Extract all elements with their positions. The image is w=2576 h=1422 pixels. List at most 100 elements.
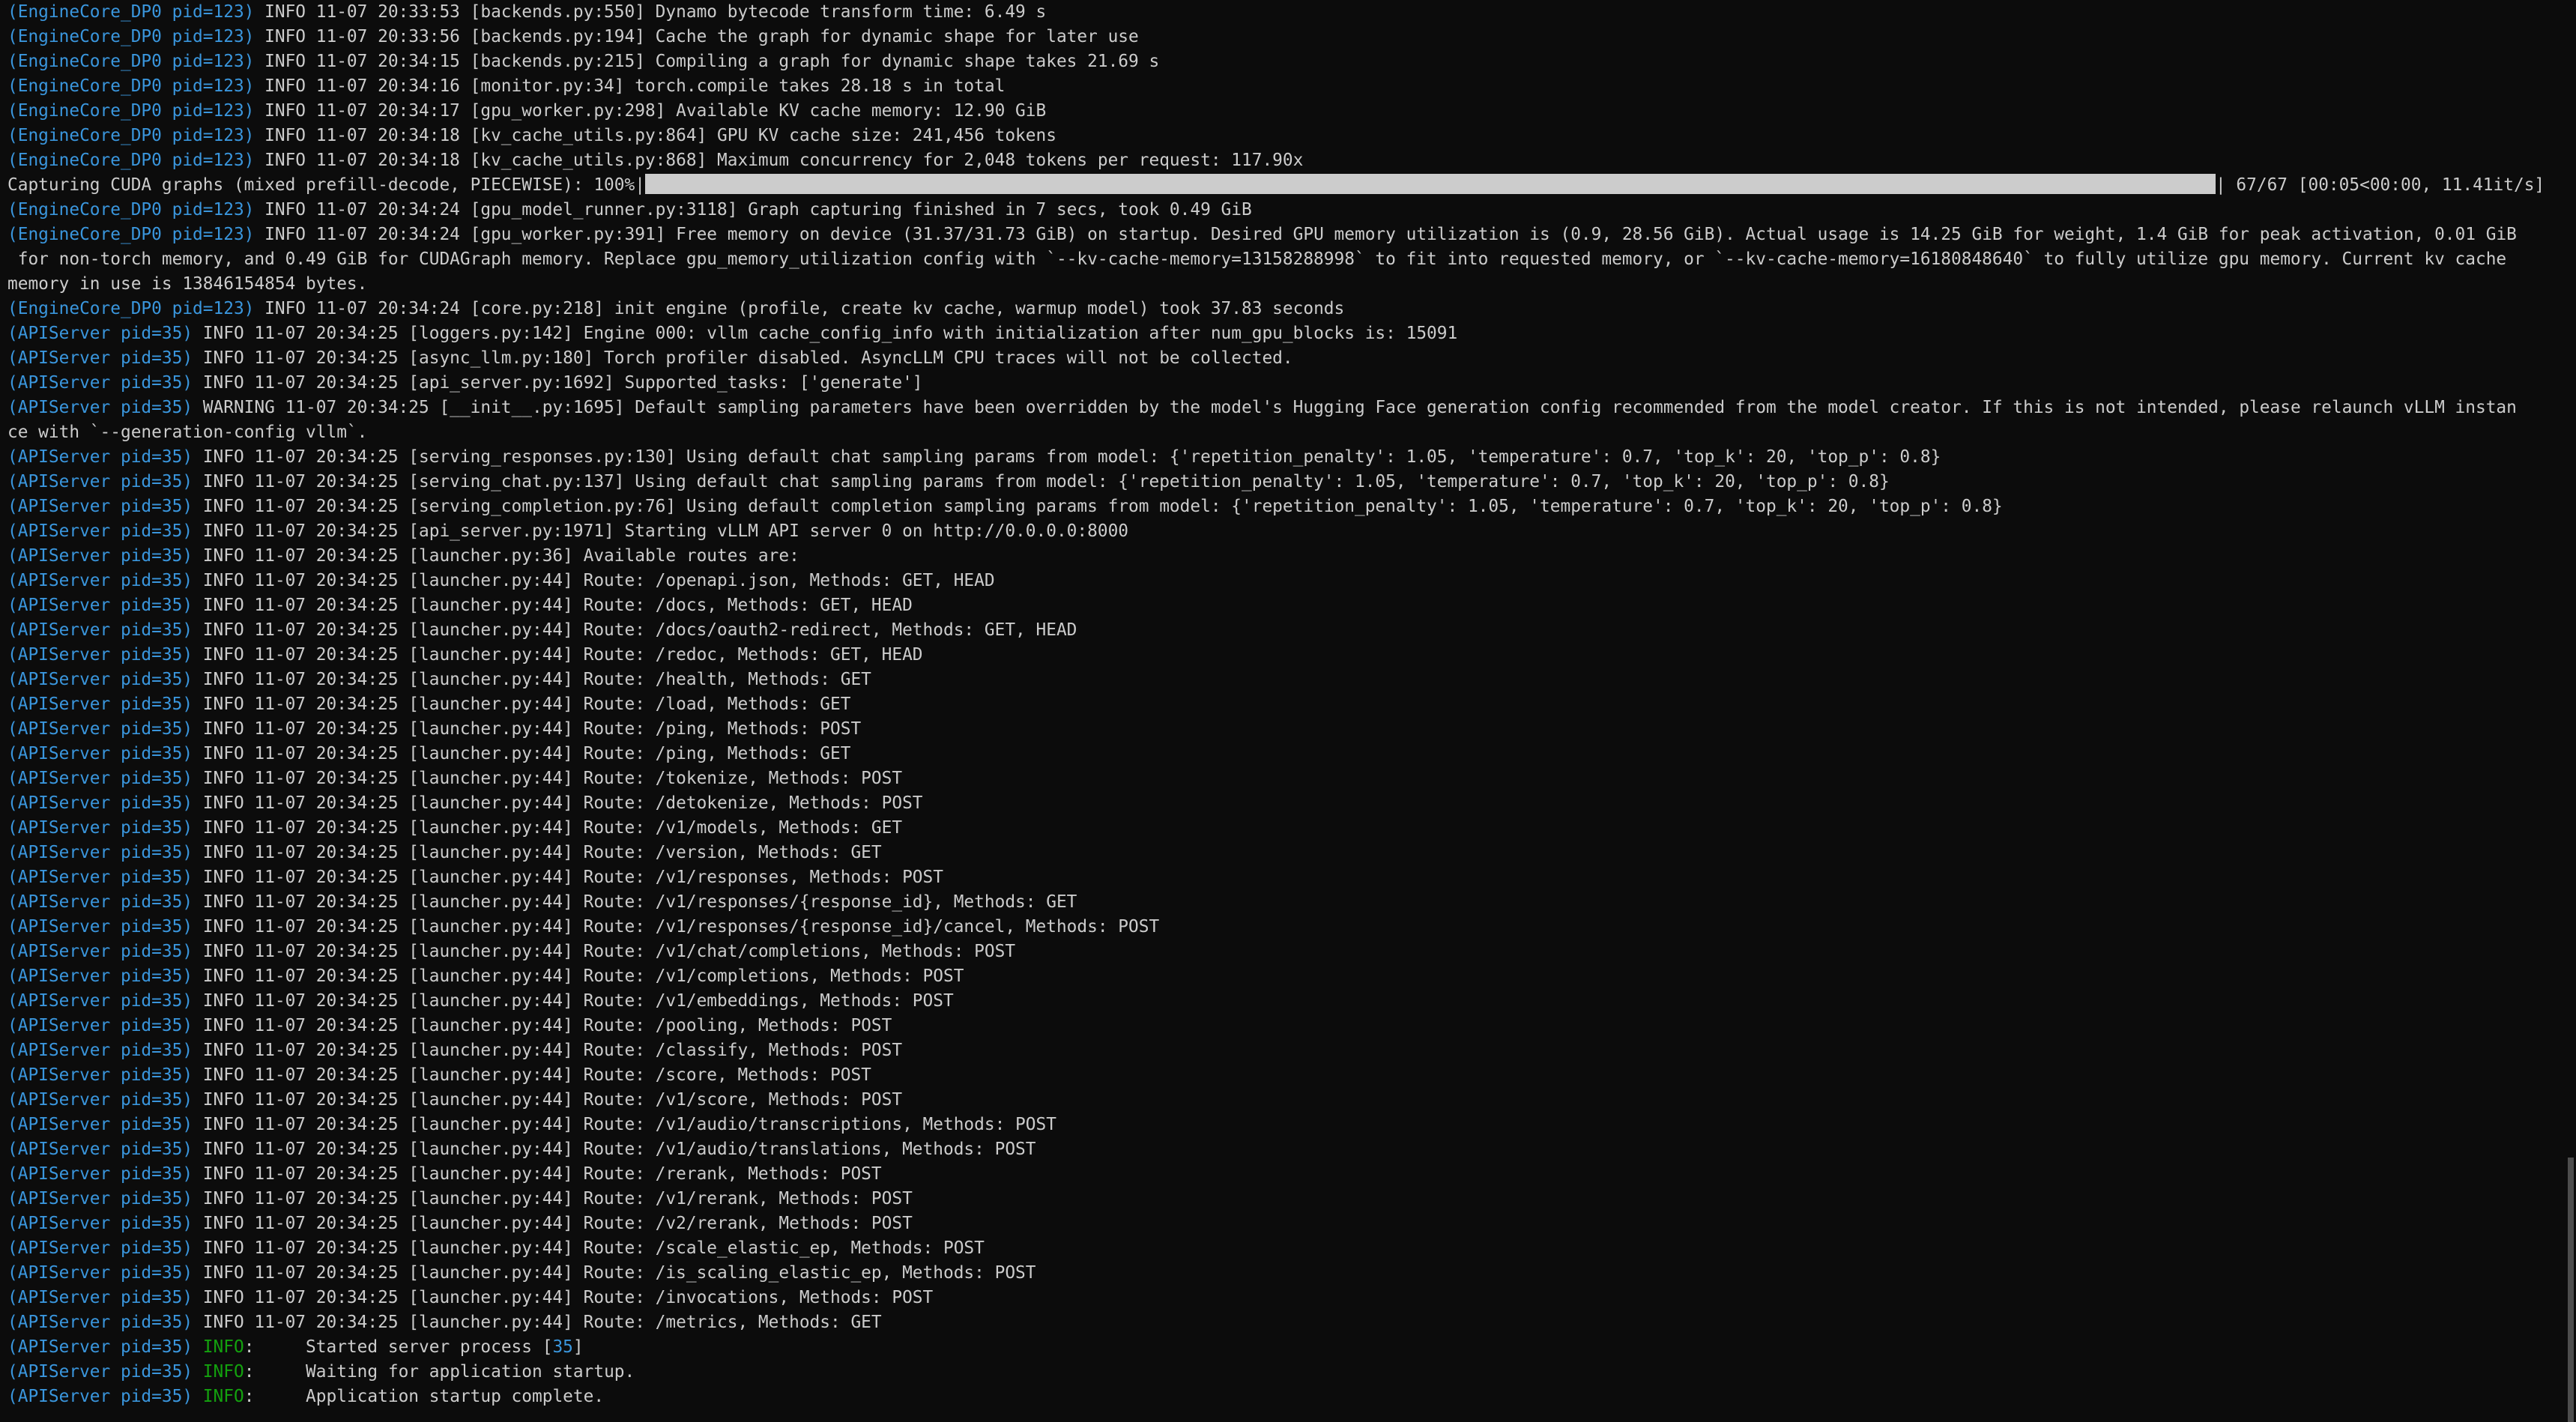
vertical-scrollbar[interactable]: [2566, 0, 2576, 1422]
log-line: (EngineCore_DP0 pid=123) INFO 11-07 20:3…: [7, 124, 2563, 148]
log-message: INFO 11-07 20:34:25 [launcher.py:44] Rou…: [193, 1263, 1036, 1283]
process-prefix: (APIServer pid=35): [7, 695, 193, 714]
log-line: (APIServer pid=35) INFO 11-07 20:34:25 […: [7, 1236, 2563, 1261]
log-message: INFO 11-07 20:34:25 [launcher.py:44] Rou…: [193, 818, 903, 838]
process-prefix: (APIServer pid=35): [7, 1164, 193, 1184]
log-line: (APIServer pid=35) INFO 11-07 20:34:25 […: [7, 470, 2563, 494]
log-line: (APIServer pid=35) INFO 11-07 20:34:25 […: [7, 346, 2563, 371]
log-message: INFO 11-07 20:34:25 [launcher.py:44] Rou…: [193, 1238, 985, 1258]
log-line: (APIServer pid=35) INFO 11-07 20:34:25 […: [7, 1162, 2563, 1187]
process-prefix: (APIServer pid=35): [7, 719, 193, 739]
process-prefix: (APIServer pid=35): [7, 917, 193, 937]
log-line: (APIServer pid=35) INFO 11-07 20:34:25 […: [7, 1014, 2563, 1038]
process-prefix: (APIServer pid=35): [7, 1090, 193, 1110]
log-line: (APIServer pid=35) INFO 11-07 20:34:25 […: [7, 766, 2563, 791]
log-line: (APIServer pid=35) INFO 11-07 20:34:25 […: [7, 1310, 2563, 1335]
log-line: (APIServer pid=35) WARNING 11-07 20:34:2…: [7, 396, 2563, 420]
log-line: (EngineCore_DP0 pid=123) INFO 11-07 20:3…: [7, 223, 2563, 247]
process-prefix: (APIServer pid=35): [7, 1238, 193, 1258]
log-message: INFO 11-07 20:34:25 [launcher.py:44] Rou…: [193, 571, 995, 590]
process-prefix: (APIServer pid=35): [7, 1140, 193, 1159]
log-line: (APIServer pid=35) INFO 11-07 20:34:25 […: [7, 519, 2563, 544]
log-message: INFO 11-07 20:34:25 [launcher.py:44] Rou…: [193, 620, 1077, 640]
process-prefix: (APIServer pid=35): [7, 571, 193, 590]
log-message-end: ]: [572, 1337, 584, 1357]
process-prefix: (APIServer pid=35): [7, 1065, 193, 1085]
log-message: INFO 11-07 20:34:25 [launcher.py:44] Rou…: [193, 1164, 882, 1184]
process-prefix: (EngineCore_DP0 pid=123): [7, 101, 255, 121]
process-prefix: (APIServer pid=35): [7, 843, 193, 862]
log-line: (EngineCore_DP0 pid=123) INFO 11-07 20:3…: [7, 297, 2563, 321]
log-message: INFO 11-07 20:34:25 [launcher.py:44] Rou…: [193, 695, 851, 714]
log-message: INFO 11-07 20:34:25 [launcher.py:44] Rou…: [193, 917, 1160, 937]
process-prefix: (APIServer pid=35): [7, 1313, 193, 1332]
log-message: INFO 11-07 20:34:25 [launcher.py:44] Rou…: [193, 843, 882, 862]
log-line: (APIServer pid=35) INFO 11-07 20:34:25 […: [7, 321, 2563, 346]
process-prefix: (APIServer pid=35): [7, 521, 193, 541]
log-message: : Waiting for application startup.: [244, 1362, 635, 1382]
process-prefix: (APIServer pid=35): [7, 1387, 193, 1406]
log-line: (APIServer pid=35) INFO 11-07 20:34:25 […: [7, 989, 2563, 1014]
process-prefix: (EngineCore_DP0 pid=123): [7, 2, 255, 22]
terminal-window[interactable]: (EngineCore_DP0 pid=123) INFO 11-07 20:3…: [0, 0, 2576, 1422]
log-line: (APIServer pid=35) INFO 11-07 20:34:25 […: [7, 569, 2563, 593]
log-line: (APIServer pid=35) INFO 11-07 20:34:25 […: [7, 940, 2563, 964]
progress-stats: | 67/67 [00:05<00:00, 11.41it/s]: [2215, 175, 2545, 195]
log-message: memory in use is 13846154854 bytes.: [7, 274, 368, 294]
process-prefix: (APIServer pid=35): [7, 868, 193, 887]
log-message: INFO 11-07 20:34:25 [launcher.py:44] Rou…: [193, 1214, 913, 1233]
log-line: (APIServer pid=35) INFO 11-07 20:34:25 […: [7, 964, 2563, 989]
log-message: INFO 11-07 20:34:25 [launcher.py:44] Rou…: [193, 1041, 903, 1060]
log-line: (EngineCore_DP0 pid=123) INFO 11-07 20:3…: [7, 99, 2563, 124]
process-prefix: (APIServer pid=35): [7, 892, 193, 912]
log-line: (APIServer pid=35) INFO 11-07 20:34:25 […: [7, 717, 2563, 742]
process-prefix: (APIServer pid=35): [7, 793, 193, 813]
log-message: INFO 11-07 20:34:15 [backends.py:215] Co…: [254, 52, 1160, 71]
process-prefix: (EngineCore_DP0 pid=123): [7, 52, 255, 71]
log-level: INFO: [202, 1387, 244, 1406]
log-line: (APIServer pid=35) INFO 11-07 20:34:25 […: [7, 618, 2563, 643]
log-message: INFO 11-07 20:33:53 [backends.py:550] Dy…: [254, 2, 1047, 22]
log-message: INFO 11-07 20:34:25 [launcher.py:44] Rou…: [193, 966, 964, 986]
process-prefix: (APIServer pid=35): [7, 620, 193, 640]
log-message: INFO 11-07 20:34:25 [async_llm.py:180] T…: [193, 348, 1293, 368]
log-line: (EngineCore_DP0 pid=123) INFO 11-07 20:3…: [7, 0, 2563, 25]
terminal-output: (EngineCore_DP0 pid=123) INFO 11-07 20:3…: [7, 0, 2563, 1409]
process-prefix: (APIServer pid=35): [7, 1189, 193, 1208]
process-prefix: (APIServer pid=35): [7, 991, 193, 1011]
log-message: INFO 11-07 20:34:25 [serving_completion.…: [193, 497, 2003, 516]
scrollbar-thumb[interactable]: [2568, 1158, 2574, 1422]
process-prefix: (APIServer pid=35): [7, 546, 193, 566]
log-message: INFO 11-07 20:34:25 [launcher.py:44] Rou…: [193, 793, 923, 813]
log-message: : Application startup complete.: [244, 1387, 605, 1406]
log-line: (APIServer pid=35) INFO 11-07 20:34:25 […: [7, 1187, 2563, 1211]
log-message: INFO 11-07 20:34:25 [launcher.py:44] Rou…: [193, 1140, 1036, 1159]
log-message: : Started server process [: [244, 1337, 553, 1357]
log-message: INFO 11-07 20:34:25 [launcher.py:44] Rou…: [193, 596, 913, 615]
log-line: for non-torch memory, and 0.49 GiB for C…: [7, 247, 2563, 272]
log-line: (APIServer pid=35) INFO: Application sta…: [7, 1385, 2563, 1409]
log-message: ce with `--generation-config vllm`.: [7, 423, 368, 442]
log-message: INFO 11-07 20:34:25 [launcher.py:44] Rou…: [193, 670, 871, 689]
log-message: INFO 11-07 20:34:25 [launcher.py:44] Rou…: [193, 769, 903, 788]
log-message: INFO 11-07 20:34:25 [launcher.py:44] Rou…: [193, 744, 851, 763]
process-prefix: (APIServer pid=35): [7, 348, 193, 368]
process-id: 35: [552, 1337, 573, 1357]
progress-label: Capturing CUDA graphs (mixed prefill-dec…: [7, 175, 645, 195]
process-prefix: (APIServer pid=35): [7, 1362, 193, 1382]
log-line: (APIServer pid=35) INFO 11-07 20:34:25 […: [7, 494, 2563, 519]
progress-line: Capturing CUDA graphs (mixed prefill-dec…: [7, 173, 2563, 198]
log-message: INFO 11-07 20:34:16 [monitor.py:34] torc…: [254, 76, 1006, 96]
log-message: INFO 11-07 20:34:25 [launcher.py:44] Rou…: [193, 1115, 1056, 1134]
log-message: INFO 11-07 20:34:25 [launcher.py:44] Rou…: [193, 1090, 903, 1110]
log-line: (EngineCore_DP0 pid=123) INFO 11-07 20:3…: [7, 148, 2563, 173]
log-message: INFO 11-07 20:34:25 [api_server.py:1692]…: [193, 373, 923, 393]
log-line: (APIServer pid=35) INFO 11-07 20:34:25 […: [7, 1088, 2563, 1113]
log-message: INFO 11-07 20:34:18 [kv_cache_utils.py:8…: [254, 126, 1056, 145]
log-line: (APIServer pid=35) INFO 11-07 20:34:25 […: [7, 816, 2563, 841]
log-level: INFO: [202, 1362, 244, 1382]
log-message: INFO 11-07 20:34:25 [loggers.py:142] Eng…: [193, 324, 1458, 343]
log-message: INFO 11-07 20:34:24 [gpu_worker.py:391] …: [254, 225, 2517, 244]
